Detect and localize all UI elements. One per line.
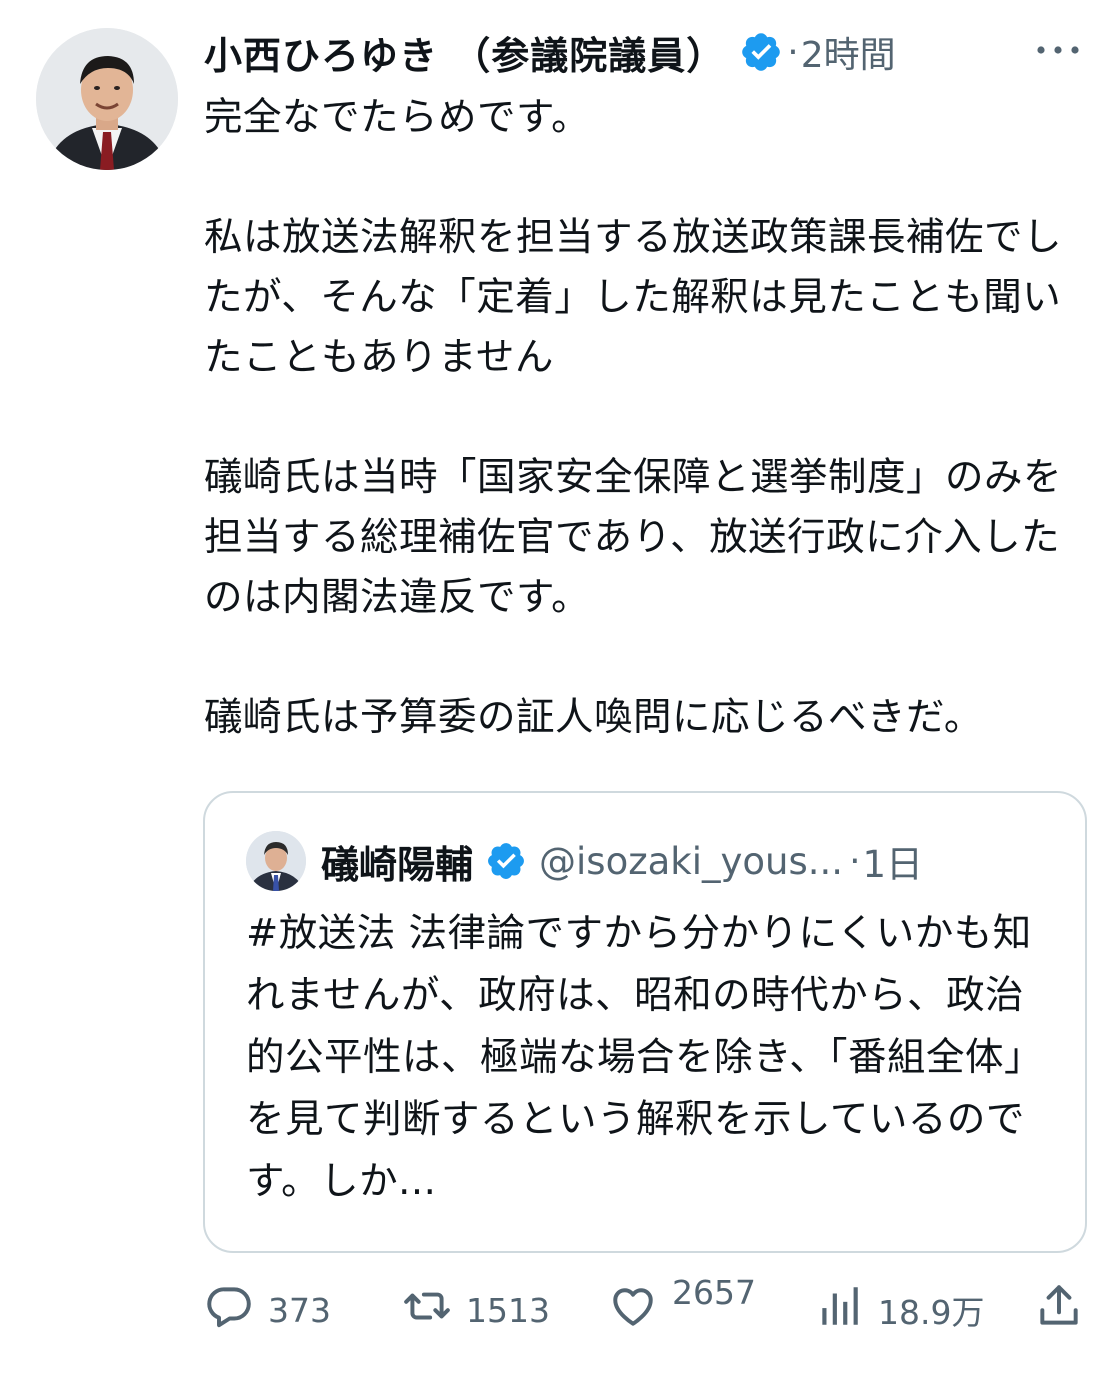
share-button[interactable] bbox=[1034, 1278, 1084, 1342]
tweet-timestamp[interactable]: 2時間 bbox=[801, 26, 896, 78]
quoted-tweet-body: #放送法 法律論ですから分かりにくいかも知れませんが、政府は、昭和の時代から、政… bbox=[246, 911, 1044, 1204]
quoted-tweet-timestamp[interactable]: 1日 bbox=[863, 834, 924, 888]
quoted-avatar-portrait bbox=[246, 831, 306, 891]
tweet-action-bar: 373 1513 2657 18.9万 bbox=[200, 1273, 1090, 1342]
quoted-author-handle[interactable]: @isozaki_yous... bbox=[539, 840, 843, 883]
like-count: 2657 bbox=[672, 1272, 756, 1312]
view-count: 18.9万 bbox=[878, 1293, 985, 1332]
bar-chart-icon bbox=[814, 1281, 864, 1339]
quoted-header-separator: · bbox=[849, 840, 861, 882]
header-separator: · bbox=[787, 31, 799, 73]
author-name[interactable]: 小西ひろゆき （参議院議員） bbox=[204, 25, 725, 80]
verified-badge-icon bbox=[739, 30, 783, 74]
reply-bubble-icon bbox=[204, 1281, 254, 1339]
quoted-author-avatar[interactable] bbox=[246, 831, 306, 891]
reply-button[interactable]: 373 bbox=[204, 1278, 331, 1342]
repost-button[interactable]: 1513 bbox=[402, 1278, 550, 1342]
author-avatar[interactable] bbox=[36, 28, 178, 170]
quoted-author-name[interactable]: 礒崎陽輔 bbox=[321, 834, 473, 889]
quoted-tweet-card[interactable]: 礒崎陽輔 @isozaki_yous... · 1日 #放送法 法律論ですから分… bbox=[203, 791, 1087, 1253]
avatar-portrait bbox=[36, 28, 178, 170]
verified-badge-icon bbox=[485, 840, 527, 882]
reply-count: 373 bbox=[268, 1290, 331, 1330]
heart-icon bbox=[608, 1281, 658, 1339]
repost-count: 1513 bbox=[466, 1290, 550, 1330]
repost-arrows-icon bbox=[402, 1281, 452, 1339]
tweet-body: 完全なでたらめです。 私は放送法解釈を担当する放送政策課長補佐でしたが、そんな「… bbox=[204, 95, 1063, 740]
quoted-tweet-header: 礒崎陽輔 @isozaki_yous... · 1日 bbox=[321, 833, 1081, 889]
more-horizontal-icon[interactable] bbox=[1032, 28, 1084, 72]
tweet-header: 小西ひろゆき （参議院議員） · 2時間 bbox=[204, 22, 1084, 82]
share-upload-icon bbox=[1034, 1281, 1084, 1339]
views-button[interactable]: 18.9万 bbox=[814, 1278, 984, 1342]
like-button[interactable]: 2657 bbox=[608, 1273, 756, 1342]
